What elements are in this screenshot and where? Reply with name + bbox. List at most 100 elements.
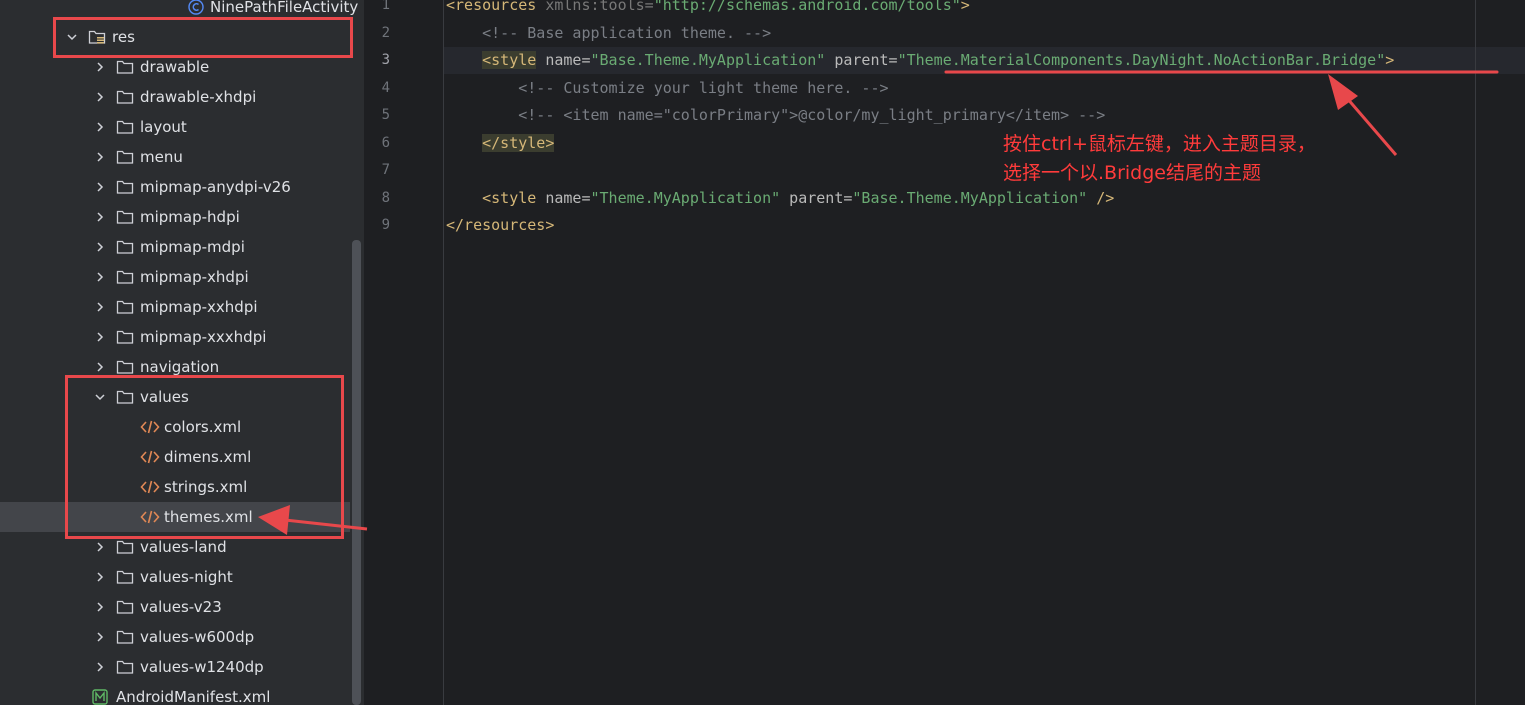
project-tree-scrollbar[interactable] — [352, 240, 361, 705]
annotation-text: 按住ctrl+鼠标左键，进入主题目录， 选择一个以.Bridge结尾的主题 — [1003, 130, 1316, 188]
line-number: 2 — [381, 24, 390, 41]
editor-gutter — [364, 0, 444, 705]
project-tree-panel: NinePathFileActivity res drawable drawable-… — [0, 0, 364, 705]
chevron-right-icon[interactable] — [92, 539, 108, 555]
folder-icon — [116, 359, 134, 375]
tree-item-label: mipmap-anydpi-v26 — [140, 178, 291, 196]
line-number: 9 — [381, 217, 390, 233]
line-number: 3 — [381, 52, 390, 68]
line-number: 7 — [381, 162, 390, 178]
code-line[interactable]: <!-- <item name="colorPrimary">@color/my… — [446, 106, 1105, 124]
theme-pointer-arrow-icon — [1328, 74, 1398, 156]
tree-item-label: drawable-xhdpi — [140, 88, 257, 106]
tree-item-label: mipmap-hdpi — [140, 208, 240, 226]
tree-item[interactable]: menu — [0, 142, 350, 172]
code-token: <!-- Base application theme. --> — [446, 23, 772, 42]
code-token: "http://schemas.android.com/tools" — [653, 0, 961, 14]
folder-icon — [116, 539, 134, 555]
code-token: "Theme.MyApplication" — [590, 188, 781, 207]
code-line[interactable]: <style name="Base.Theme.MyApplication" p… — [446, 51, 1394, 69]
chevron-right-icon[interactable] — [92, 359, 108, 375]
code-token: <!-- <item name="colorPrimary">@color/my… — [446, 106, 1106, 124]
folder-icon — [116, 269, 134, 285]
code-token: name= — [536, 51, 591, 69]
tree-item[interactable]: values-w600dp — [0, 622, 350, 652]
code-token: "Base.Theme.MyApplication" — [590, 51, 826, 69]
chevron-right-icon[interactable] — [92, 239, 108, 255]
code-token: "Theme.MaterialComponents.DayNight.NoAct… — [897, 51, 1386, 69]
code-line[interactable]: </style> — [446, 133, 555, 152]
tree-item[interactable]: mipmap-xxhdpi — [0, 292, 350, 322]
tree-item-label: drawable — [140, 58, 210, 76]
values-highlight-box — [65, 375, 344, 539]
manifest-icon — [92, 689, 110, 705]
res-highlight-box — [53, 17, 353, 58]
code-token: <style — [482, 51, 537, 69]
tree-item[interactable]: mipmap-anydpi-v26 — [0, 172, 350, 202]
code-token: parent= — [780, 188, 853, 207]
tree-item-label: values-v23 — [140, 598, 222, 616]
chevron-right-icon[interactable] — [92, 179, 108, 195]
folder-icon — [116, 659, 134, 675]
tree-item-label: values-w1240dp — [140, 658, 264, 676]
code-token: <!-- Customize your light theme here. --… — [446, 78, 889, 97]
chevron-right-icon[interactable] — [92, 299, 108, 315]
code-token: </style> — [482, 133, 555, 152]
tree-item[interactable]: values-w1240dp — [0, 652, 350, 682]
tree-item-label: navigation — [140, 358, 220, 376]
line-number: 4 — [381, 79, 390, 96]
chevron-right-icon[interactable] — [92, 209, 108, 225]
chevron-right-icon[interactable] — [92, 329, 108, 345]
code-token: > — [1385, 51, 1395, 69]
annotation-line-1: 按住ctrl+鼠标左键，进入主题目录， — [1003, 133, 1316, 155]
code-token: /> — [1087, 188, 1115, 207]
tree-item[interactable]: mipmap-xhdpi — [0, 262, 350, 292]
tree-item[interactable]: mipmap-mdpi — [0, 232, 350, 262]
folder-icon — [116, 569, 134, 585]
chevron-right-icon[interactable] — [92, 629, 108, 645]
code-line[interactable]: </resources> — [446, 216, 554, 234]
code-line[interactable]: <resources xmlns:tools="http://schemas.a… — [446, 0, 970, 14]
folder-icon — [116, 59, 134, 75]
code-token: > — [960, 0, 970, 14]
tree-item[interactable]: values-v23 — [0, 592, 350, 622]
line-number: 5 — [381, 107, 390, 123]
line-number: 6 — [381, 134, 390, 151]
tree-item[interactable]: drawable-xhdpi — [0, 82, 350, 112]
annotation-line-2: 选择一个以.Bridge结尾的主题 — [1003, 162, 1261, 184]
chevron-right-icon[interactable] — [92, 119, 108, 135]
tree-item-label: menu — [140, 148, 183, 166]
tree-item-label: values-land — [140, 538, 227, 556]
chevron-right-icon[interactable] — [92, 59, 108, 75]
folder-icon — [116, 149, 134, 165]
tree-item-label: mipmap-mdpi — [140, 238, 245, 256]
code-line[interactable]: <!-- Customize your light theme here. --… — [446, 78, 889, 97]
chevron-right-icon[interactable] — [92, 269, 108, 285]
code-token: parent= — [825, 51, 898, 69]
folder-icon — [116, 119, 134, 135]
tree-item[interactable]: mipmap-hdpi — [0, 202, 350, 232]
line-number: 1 — [381, 0, 390, 13]
folder-icon — [116, 329, 134, 345]
chevron-right-icon[interactable] — [92, 599, 108, 615]
code-token: <resources — [446, 0, 537, 14]
folder-icon — [116, 599, 134, 615]
code-token: name= — [536, 188, 591, 207]
chevron-right-icon[interactable] — [92, 569, 108, 585]
chevron-right-icon[interactable] — [92, 659, 108, 675]
code-line[interactable]: <style name="Theme.MyApplication" parent… — [446, 189, 1114, 207]
code-line[interactable]: <!-- Base application theme. --> — [446, 24, 771, 42]
tree-item[interactable]: AndroidManifest.xml — [0, 682, 350, 705]
folder-icon — [116, 209, 134, 225]
tree-item[interactable]: values-night — [0, 562, 350, 592]
tree-item[interactable]: layout — [0, 112, 350, 142]
folder-icon — [116, 89, 134, 105]
tree-item-label: mipmap-xxhdpi — [140, 298, 258, 316]
tree-item-label: mipmap-xxxhdpi — [140, 328, 267, 346]
chevron-right-icon[interactable] — [92, 149, 108, 165]
gutter-divider — [443, 0, 444, 705]
chevron-right-icon[interactable] — [92, 89, 108, 105]
tree-item[interactable]: mipmap-xxxhdpi — [0, 322, 350, 352]
